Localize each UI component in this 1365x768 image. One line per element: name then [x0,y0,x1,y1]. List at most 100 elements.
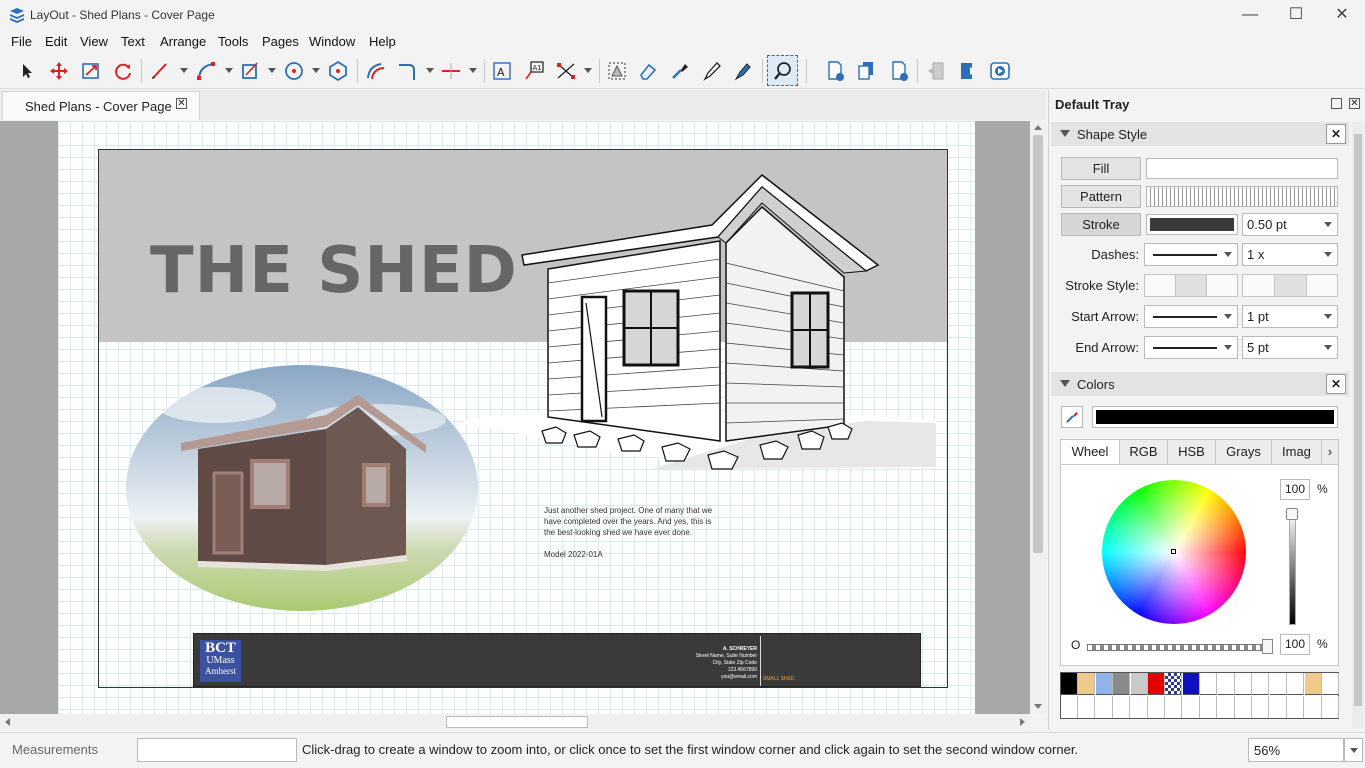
color-swatch[interactable] [1235,673,1252,695]
pen-icon[interactable] [701,60,723,82]
opacity-input[interactable]: 100 [1280,634,1310,655]
pattern-button[interactable]: Pattern [1061,185,1141,208]
round-join-button[interactable] [1274,274,1307,297]
color-swatch[interactable] [1269,673,1287,695]
menu-tools[interactable]: Tools [218,34,248,49]
close-tab-icon[interactable]: ✕ [176,98,187,109]
rectangle-tool-icon[interactable] [239,60,261,82]
collapse-icon[interactable] [1060,130,1070,137]
close-section-icon[interactable]: ✕ [1326,374,1346,394]
close-section-icon[interactable]: ✕ [1326,124,1346,144]
scroll-left-icon[interactable] [5,718,10,726]
add-page-icon[interactable] [824,60,846,82]
scroll-up-icon[interactable] [1034,125,1042,130]
color-wheel-cursor[interactable] [1171,549,1176,554]
clipping-mask-icon[interactable] [606,60,628,82]
menu-edit[interactable]: Edit [45,34,67,49]
end-arrow-combo[interactable] [1144,336,1238,359]
tray-scroll-thumb[interactable] [1354,134,1362,706]
duplicate-page-icon[interactable] [855,60,877,82]
label-tool-icon[interactable]: A1 [523,60,545,82]
menu-pages[interactable]: Pages [262,34,299,49]
document-tab[interactable]: Shed Plans - Cover Page ✕ [2,91,200,120]
menu-arrange[interactable]: Arrange [160,34,206,49]
color-swatch[interactable] [1252,696,1270,718]
color-swatch[interactable] [1095,696,1113,718]
eraser-tool-icon[interactable] [637,60,659,82]
previous-page-icon[interactable] [925,60,947,82]
color-swatch[interactable] [1095,673,1113,695]
maximize-button[interactable]: ☐ [1273,0,1319,31]
pin-tray-icon[interactable] [1331,98,1342,109]
horizontal-scrollbar[interactable] [0,714,1030,730]
collapse-icon[interactable] [1060,380,1070,387]
color-swatch[interactable] [1322,673,1339,695]
opacity-slider[interactable] [1087,644,1267,651]
end-arrow-size-combo[interactable]: 5 pt [1242,336,1338,359]
scale-icon[interactable] [80,60,102,82]
dropdown-arrow-icon[interactable] [1324,345,1332,350]
scroll-right-icon[interactable] [1020,718,1025,726]
color-swatch[interactable] [1217,673,1235,695]
close-window-button[interactable]: ✕ [1319,0,1365,31]
circle-tool-icon[interactable] [283,60,305,82]
paper-page[interactable]: THE SHED Just another shed project. One … [58,121,975,714]
current-color-swatch[interactable] [1092,406,1338,428]
dropdown-arrow-icon[interactable] [1324,314,1332,319]
pattern-swatch[interactable] [1146,186,1338,207]
color-swatch[interactable] [1078,696,1096,718]
color-swatch[interactable] [1269,696,1287,718]
color-swatch[interactable] [1182,673,1200,695]
stroke-width-combo[interactable]: 0.50 pt [1242,213,1338,236]
fillet-tool-icon[interactable] [397,60,419,82]
color-swatch[interactable] [1165,673,1183,695]
tab-hsb[interactable]: HSB [1167,439,1216,465]
color-swatch[interactable] [1287,673,1305,695]
dropdown-arrow-icon[interactable] [1324,222,1332,227]
color-eyedropper-button[interactable] [1061,406,1083,428]
color-swatch[interactable] [1200,696,1218,718]
dashes-combo[interactable] [1144,243,1238,266]
arc-tool-icon[interactable] [195,60,217,82]
next-page-icon[interactable] [957,60,979,82]
color-swatch[interactable] [1322,696,1339,718]
menu-file[interactable]: File [11,34,32,49]
menu-help[interactable]: Help [369,34,396,49]
tab-wheel[interactable]: Wheel [1060,439,1120,465]
drawing-canvas[interactable]: THE SHED Just another shed project. One … [0,121,1030,714]
color-swatch[interactable] [1304,696,1322,718]
menu-text[interactable]: Text [121,34,145,49]
select-tool-icon[interactable] [16,60,38,82]
color-wheel[interactable] [1102,480,1246,624]
stroke-color-swatch[interactable] [1146,214,1238,235]
shape-style-header[interactable]: Shape Style ✕ [1051,122,1349,146]
color-swatch[interactable] [1200,673,1218,695]
close-tray-icon[interactable]: ✕ [1349,98,1360,109]
butt-cap-button[interactable] [1144,274,1176,297]
dropdown-arrow-icon[interactable] [1324,252,1332,257]
rotate-icon[interactable] [112,60,134,82]
colors-header[interactable]: Colors ✕ [1051,372,1349,396]
presentation-icon[interactable] [989,60,1011,82]
polygon-tool-icon[interactable] [327,60,349,82]
dropdown-arrow-icon[interactable] [1224,345,1232,350]
text-tool-icon[interactable]: A [491,60,513,82]
style-eyedropper-icon[interactable] [669,60,691,82]
move-icon[interactable] [48,60,70,82]
round-cap-button[interactable] [1175,274,1207,297]
miter-join-button[interactable] [1242,274,1275,297]
color-swatch[interactable] [1130,696,1148,718]
start-arrow-size-combo[interactable]: 1 pt [1242,305,1338,328]
vertical-scroll-thumb[interactable] [1033,135,1043,553]
minimize-button[interactable]: — [1227,0,1273,31]
color-swatch[interactable] [1078,673,1096,695]
color-swatch[interactable] [1182,696,1200,718]
split-tool-icon[interactable] [440,60,462,82]
opacity-slider-thumb[interactable] [1262,639,1273,654]
color-swatch[interactable] [1287,696,1305,718]
zoom-combo[interactable]: 56% [1248,738,1344,762]
color-swatch[interactable] [1148,673,1165,695]
brightness-slider-thumb[interactable] [1286,508,1298,520]
dropdown-arrow-icon[interactable] [1224,314,1232,319]
color-swatch[interactable] [1304,673,1322,695]
